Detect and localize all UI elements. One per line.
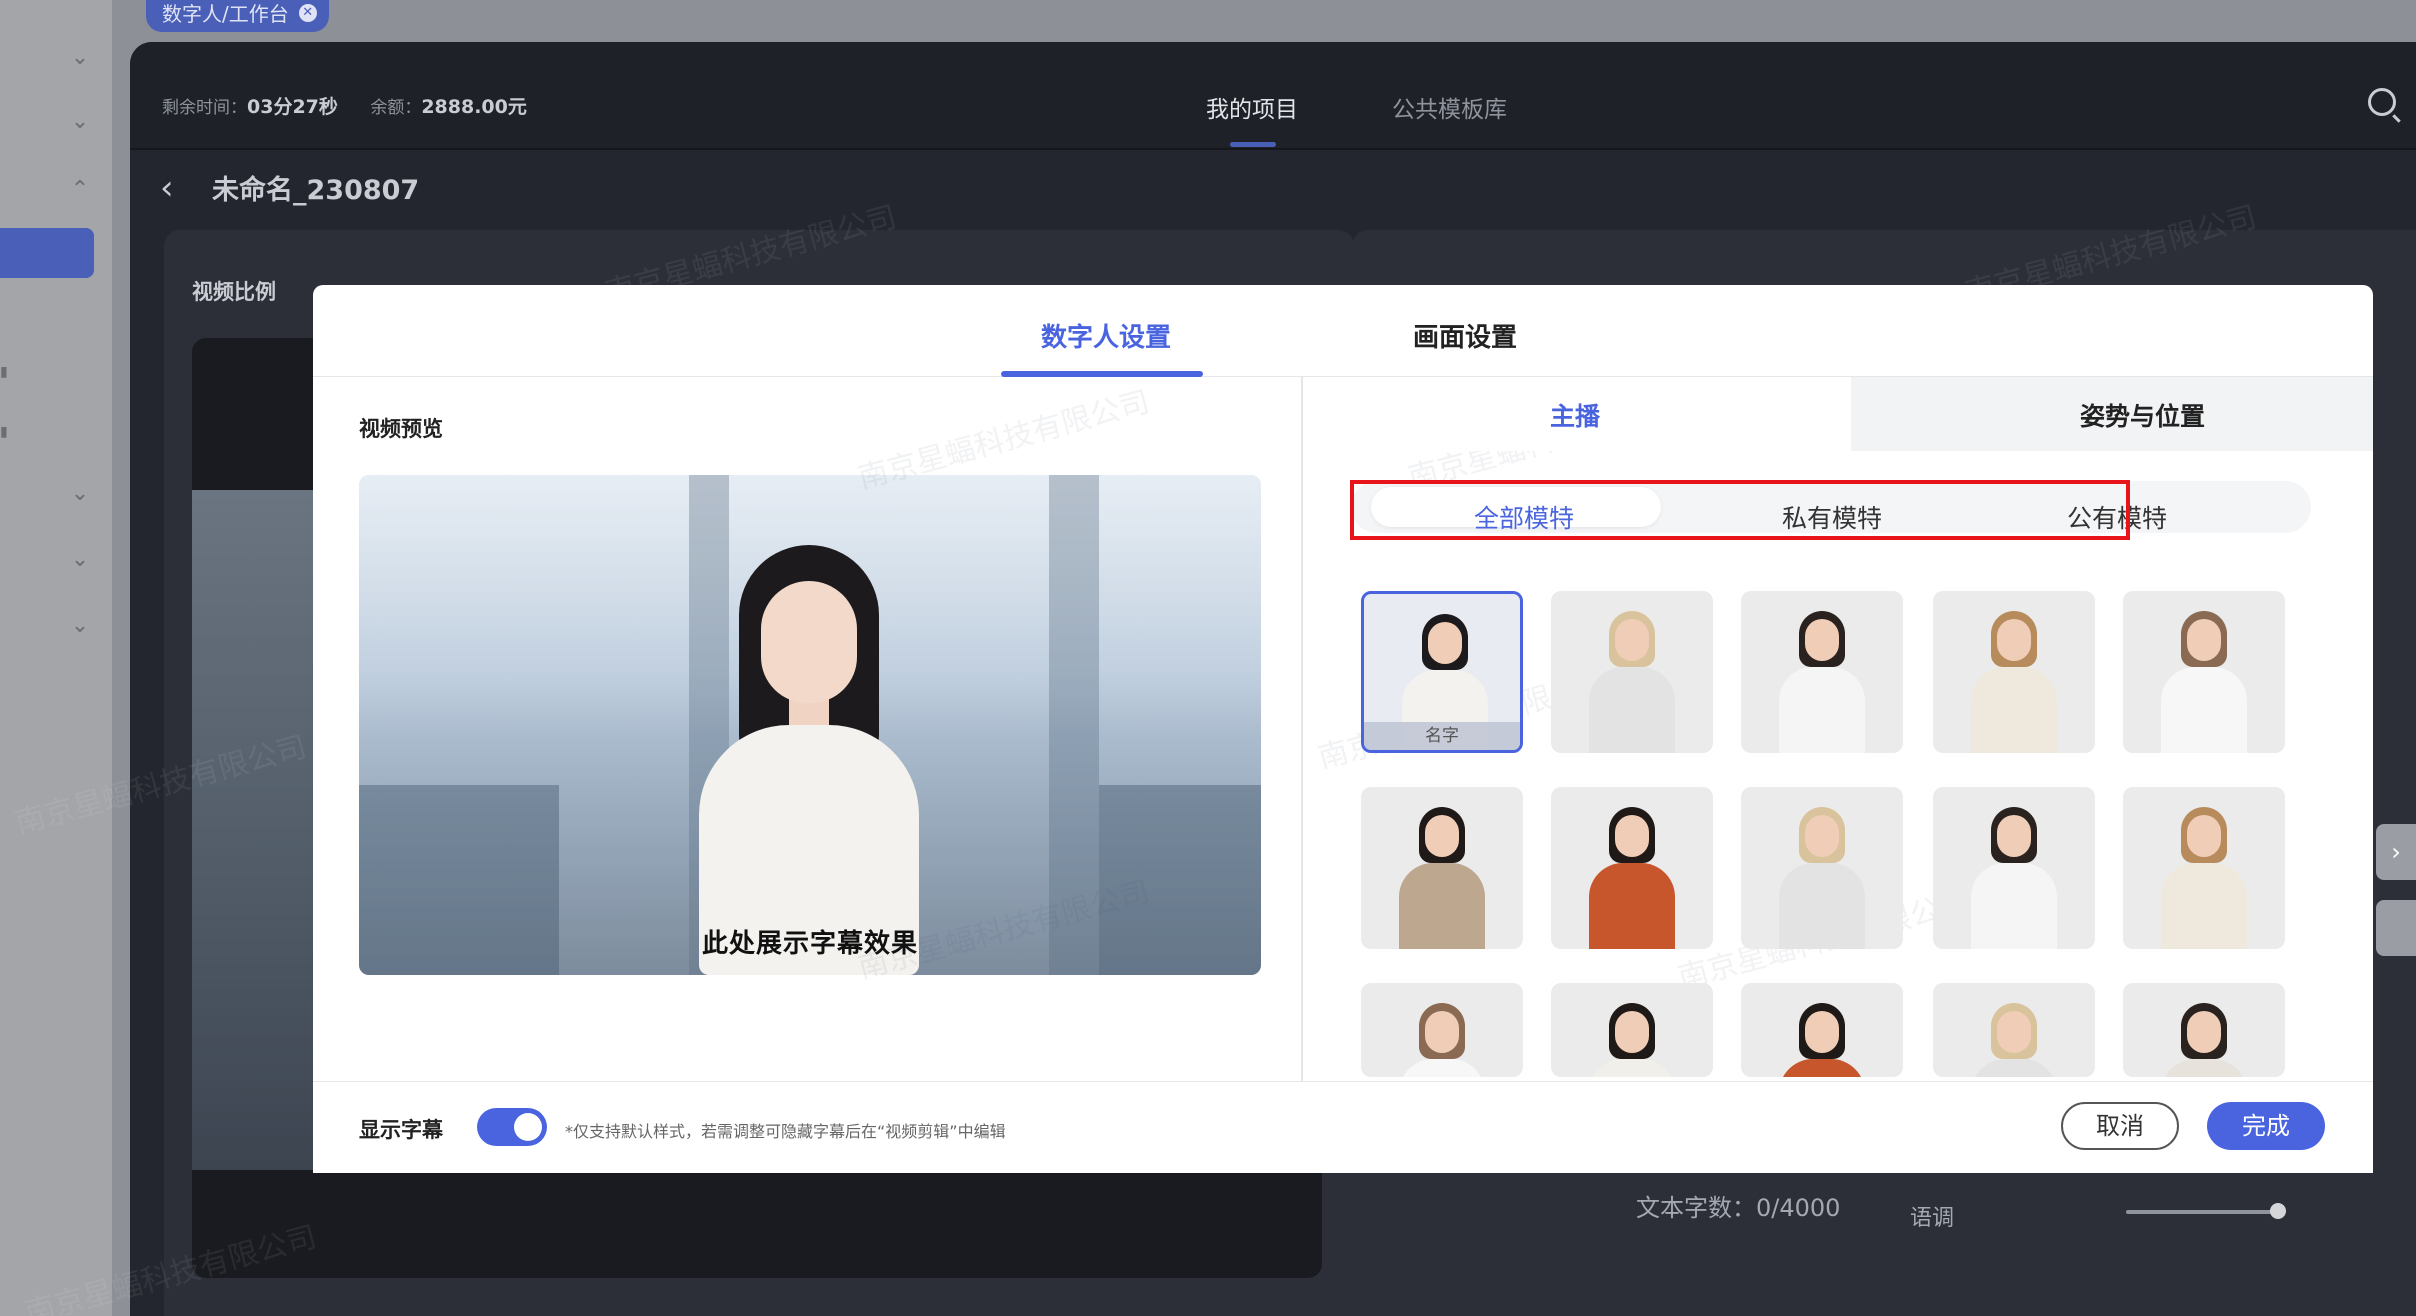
done-button[interactable]: 完成 bbox=[2207, 1102, 2325, 1150]
sidebar: ⌄ ⌄ ⌃ ▮ ▮ ⌄ ⌄ ⌄ bbox=[0, 0, 112, 1316]
model-card[interactable] bbox=[2123, 983, 2285, 1077]
tab-underline bbox=[1001, 371, 1203, 377]
account-meta: 剩余时间：03分27秒 余额：2888.00元 bbox=[162, 96, 527, 118]
side-tool-button[interactable] bbox=[2376, 900, 2416, 956]
video-preview: 此处展示字幕效果 bbox=[359, 475, 1261, 975]
tone-slider-track[interactable] bbox=[2126, 1210, 2276, 1214]
subtitle-preview: 此处展示字幕效果 bbox=[701, 929, 918, 959]
model-card[interactable] bbox=[1361, 787, 1523, 949]
model-card[interactable] bbox=[2123, 591, 2285, 753]
chevron-down-icon[interactable]: ⌄ bbox=[70, 111, 90, 133]
highlight-box bbox=[1350, 480, 2130, 540]
sidebar-item-marker[interactable]: ▮ bbox=[0, 364, 10, 382]
divider bbox=[1301, 377, 1303, 1081]
model-card[interactable] bbox=[1741, 787, 1903, 949]
model-card[interactable] bbox=[1933, 787, 2095, 949]
chevron-up-icon[interactable]: ⌃ bbox=[70, 179, 90, 201]
tab-digital-human-settings[interactable]: 数字人设置 bbox=[1041, 317, 1171, 354]
breadcrumb-label: 数字人/工作台 bbox=[162, 2, 289, 26]
chevron-down-icon[interactable]: ⌄ bbox=[70, 483, 90, 505]
chevron-down-icon[interactable]: ⌄ bbox=[70, 47, 90, 69]
model-card[interactable] bbox=[1361, 983, 1523, 1077]
subtitle-hint: *仅支持默认样式，若需调整可隐藏字幕后在“视频剪辑”中编辑 bbox=[565, 1122, 1006, 1141]
presenter-avatar bbox=[679, 545, 939, 975]
dialog-footer: 显示字幕 *仅支持默认样式，若需调整可隐藏字幕后在“视频剪辑”中编辑 取消 完成 bbox=[313, 1081, 2373, 1173]
tone-label: 语调 bbox=[1910, 1206, 1955, 1231]
chevron-down-icon[interactable]: ⌄ bbox=[70, 615, 90, 637]
tab-underline bbox=[1230, 142, 1276, 147]
project-name[interactable]: 未命名_230807 bbox=[212, 168, 419, 207]
cancel-button[interactable]: 取消 bbox=[2061, 1102, 2179, 1150]
chevron-right-icon[interactable]: › bbox=[2376, 824, 2416, 880]
canvas-background-image bbox=[192, 490, 332, 1170]
chevron-down-icon[interactable]: ⌄ bbox=[70, 549, 90, 571]
tone-slider-handle[interactable] bbox=[2270, 1203, 2286, 1219]
tab-pose-position[interactable]: 姿势与位置 bbox=[2080, 397, 2205, 433]
show-subtitle-label: 显示字幕 bbox=[359, 1118, 443, 1142]
model-card[interactable] bbox=[2123, 787, 2285, 949]
tab-public-templates[interactable]: 公共模板库 bbox=[1392, 90, 1507, 124]
preview-title: 视频预览 bbox=[359, 417, 443, 441]
back-arrow-icon[interactable]: ‹ bbox=[160, 168, 174, 208]
model-card[interactable] bbox=[1551, 787, 1713, 949]
text-count: 文本字数：0/4000 bbox=[1636, 1194, 1841, 1222]
sidebar-item-marker[interactable]: ▮ bbox=[0, 424, 10, 442]
model-card[interactable]: 名字 bbox=[1361, 591, 1523, 753]
close-icon[interactable]: ✕ bbox=[298, 4, 317, 22]
model-card[interactable] bbox=[1551, 591, 1713, 753]
model-card[interactable] bbox=[1551, 983, 1713, 1077]
remaining-time: 03分27秒 bbox=[247, 96, 338, 118]
model-card[interactable] bbox=[1933, 591, 2095, 753]
dialog-tabs: 数字人设置 画面设置 bbox=[313, 285, 2373, 377]
model-name-label: 名字 bbox=[1364, 722, 1520, 750]
tab-scene-settings[interactable]: 画面设置 bbox=[1413, 317, 1517, 354]
search-icon[interactable] bbox=[2368, 88, 2396, 116]
video-ratio-label: 视频比例 bbox=[192, 280, 276, 304]
top-bar: 剩余时间：03分27秒 余额：2888.00元 我的项目 公共模板库 bbox=[130, 42, 2416, 150]
tab-anchor[interactable]: 主播 bbox=[1550, 397, 1600, 433]
model-card[interactable] bbox=[1933, 983, 2095, 1077]
breadcrumb-tag[interactable]: 数字人/工作台 ✕ bbox=[146, 0, 329, 32]
sidebar-item-active[interactable] bbox=[0, 228, 94, 278]
tab-my-projects[interactable]: 我的项目 bbox=[1206, 90, 1298, 124]
subtitle-toggle[interactable] bbox=[477, 1108, 547, 1146]
model-card[interactable] bbox=[1741, 983, 1903, 1077]
model-card[interactable] bbox=[1741, 591, 1903, 753]
balance-value: 2888.00元 bbox=[421, 96, 527, 118]
